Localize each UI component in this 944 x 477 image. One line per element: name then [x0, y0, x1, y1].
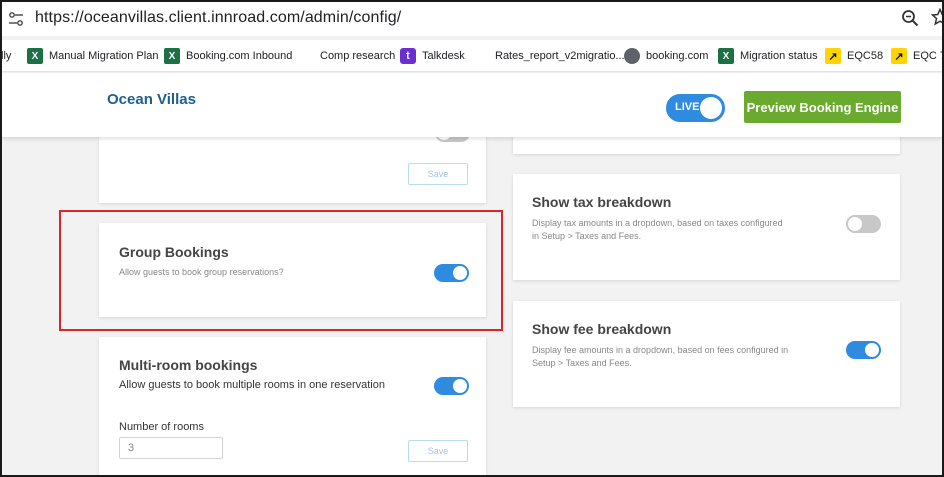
excel-icon: X [164, 48, 180, 64]
fee-breakdown-toggle[interactable] [846, 341, 881, 359]
talkdesk-icon: t [400, 48, 416, 64]
arrow-icon: ↗ [825, 48, 841, 64]
toggle-knob [848, 217, 862, 231]
multi-room-card: Multi-room bookings Allow guests to book… [99, 337, 486, 475]
bookmark-item[interactable]: ↗ EQC58 [825, 46, 883, 66]
multi-room-title: Multi-room bookings [119, 357, 258, 373]
group-bookings-card: Group Bookings Allow guests to book grou… [99, 223, 486, 317]
bookmark-label: EQC58 [847, 50, 884, 62]
bookmark-item[interactable]: Rates_report_v2migratio... [473, 46, 625, 66]
tax-breakdown-toggle[interactable] [846, 215, 881, 233]
toggle-knob [865, 343, 879, 357]
bookmark-item[interactable]: t Talkdesk [400, 46, 465, 66]
tax-breakdown-description-line2: in Setup > Taxes and Fees. [532, 231, 642, 241]
group-bookings-description: Allow guests to book group reservations? [119, 267, 284, 277]
toggle-knob [453, 379, 467, 393]
live-toggle[interactable]: LIVE [666, 94, 725, 122]
microsoft-icon [473, 48, 489, 64]
screenshot-frame: https://oceanvillas.client.innroad.com/a… [0, 0, 944, 477]
bookmark-label: booking.com [646, 50, 709, 62]
bookmark-label: Migration status [740, 50, 818, 62]
save-button[interactable]: Save [408, 163, 468, 185]
bookmark-label: Talkdesk [422, 50, 465, 62]
address-bar: https://oceanvillas.client.innroad.com/a… [2, 2, 942, 36]
excel-icon: X [718, 48, 734, 64]
bookmark-label: Manual Migration Plan [49, 50, 159, 62]
bookmark-item[interactable]: booking.com [624, 46, 708, 66]
app-header: Ocean Villas LIVE Preview Booking Engine [2, 73, 942, 137]
bookmark-label: Rates_report_v2migratio... [495, 50, 625, 62]
tax-breakdown-description-line1: Display tax amounts in a dropdown, based… [532, 218, 783, 228]
bookmark-label: Booking.com Inbound [186, 50, 293, 62]
tax-breakdown-card: Show tax breakdown Display tax amounts i… [513, 174, 900, 280]
bookmark-item[interactable]: lly [1, 46, 12, 66]
fee-breakdown-description-line1: Display fee amounts in a dropdown, based… [532, 345, 789, 355]
multi-room-description: Allow guests to book multiple rooms in o… [119, 379, 385, 391]
save-button[interactable]: Save [408, 440, 468, 462]
number-of-rooms-input[interactable]: 3 [119, 437, 223, 459]
microsoft-icon [298, 48, 314, 64]
zoom-icon[interactable] [901, 9, 919, 27]
fee-breakdown-card: Show fee breakdown Display fee amounts i… [513, 301, 900, 407]
multi-room-toggle[interactable] [434, 377, 469, 395]
fee-breakdown-description-line2: Setup > Taxes and Fees. [532, 358, 632, 368]
toggle-knob [700, 97, 722, 119]
bookmark-item[interactable]: X Booking.com Inbound [164, 46, 292, 66]
globe-icon [624, 48, 640, 64]
group-bookings-toggle[interactable] [434, 264, 469, 282]
url-text[interactable]: https://oceanvillas.client.innroad.com/a… [35, 9, 401, 27]
site-settings-icon[interactable] [8, 11, 24, 27]
arrow-icon: ↗ [891, 48, 907, 64]
bookmark-label: lly [1, 50, 12, 62]
bookmark-item[interactable]: X Manual Migration Plan [27, 46, 158, 66]
bookmark-label: Comp research [320, 50, 396, 62]
fee-breakdown-title: Show fee breakdown [532, 321, 672, 337]
bookmark-item[interactable]: X Migration status [718, 46, 818, 66]
excel-icon: X [27, 48, 43, 64]
rooms-label: Number of rooms [119, 421, 204, 433]
bookmark-label: EQC 73 [913, 50, 942, 62]
brand-name[interactable]: Ocean Villas [107, 91, 196, 108]
preview-booking-engine-button[interactable]: Preview Booking Engine [744, 91, 901, 123]
tax-breakdown-title: Show tax breakdown [532, 194, 672, 210]
bookmark-item[interactable]: Comp research [298, 46, 395, 66]
bookmark-item[interactable]: ↗ EQC 73 [891, 46, 942, 66]
bookmark-star-icon[interactable] [931, 8, 944, 26]
group-bookings-title: Group Bookings [119, 244, 229, 260]
bookmarks-bar: lly X Manual Migration Plan X Booking.co… [2, 40, 942, 72]
live-label: LIVE [675, 101, 700, 113]
toggle-knob [453, 266, 467, 280]
